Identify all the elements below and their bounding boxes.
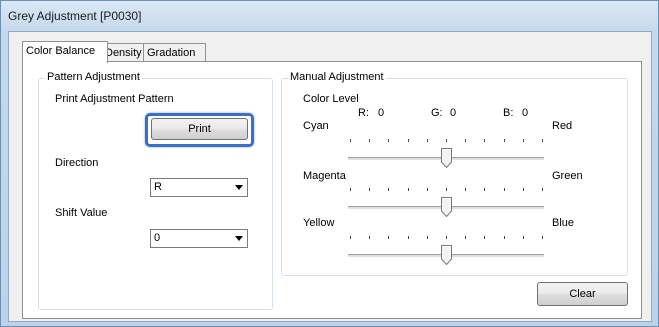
slider-tick [484,236,485,239]
slider-tick [504,236,505,239]
slider-tick [408,188,409,191]
magenta-label: Magenta [303,170,346,182]
slider-tick [465,236,466,239]
slider-tick [350,188,351,191]
slider-tick [369,236,370,239]
slider-tick [388,188,389,191]
slider-tick [465,139,466,142]
tab-color-balance[interactable]: Color Balance [22,41,108,63]
slider-tick [484,188,485,191]
cyan-red-slider[interactable] [348,139,546,169]
slider-thumb[interactable] [441,197,452,217]
slider-tick [542,236,543,239]
slider-tick [523,188,524,191]
chevron-down-icon[interactable] [231,230,247,247]
direction-label: Direction [55,157,99,169]
shift-value-select[interactable]: 0 [150,229,248,248]
window-title: Grey Adjustment [P0030] [8,9,142,23]
r-level-label: R: [358,107,369,119]
manual-adjustment-group: Manual Adjustment Color Level R: 0 G: 0 … [281,71,628,276]
yellow-label: Yellow [303,217,335,229]
slider-tick [427,236,428,239]
b-level-label: B: [503,107,514,119]
yellow-blue-slider[interactable] [348,236,546,266]
slider-tick [369,188,370,191]
slider-tick [542,188,543,191]
slider-tick [484,139,485,142]
main-window: Grey Adjustment [P0030] Color Balance De… [0,0,659,327]
magenta-green-slider[interactable] [348,188,546,218]
slider-tick [446,236,447,239]
chevron-down-icon[interactable] [231,179,247,196]
pattern-adjustment-group: Pattern Adjustment Print Adjustment Patt… [38,71,273,310]
color-level-label: Color Level [303,93,359,105]
slider-thumb[interactable] [441,148,452,168]
tab-gradation[interactable]: Gradation [143,43,206,63]
slider-tick [427,188,428,191]
client-area: Color Balance Density Gradation Pattern … [8,31,652,322]
slider-tick [388,236,389,239]
g-level-label: G: [431,107,443,119]
slider-tick [350,139,351,142]
slider-tick [465,188,466,191]
cyan-label: Cyan [303,120,329,132]
shift-value-value: 0 [154,232,161,244]
slider-tick [523,236,524,239]
slider-thumb[interactable] [441,245,452,265]
slider-tick [408,236,409,239]
slider-tick [504,188,505,191]
clear-button[interactable]: Clear [537,282,628,306]
slider-tick [504,139,505,142]
title-bar[interactable]: Grey Adjustment [P0030] [1,1,658,31]
print-pattern-label: Print Adjustment Pattern [55,93,174,105]
print-button[interactable]: Print [151,118,248,140]
shift-value-label: Shift Value [55,207,108,219]
slider-tick [523,139,524,142]
tab-panel-color-balance: Pattern Adjustment Print Adjustment Patt… [22,61,642,319]
blue-label: Blue [552,217,575,229]
r-level-value: 0 [378,107,385,119]
slider-tick [446,188,447,191]
slider-tick [542,139,543,142]
slider-tick [427,139,428,142]
green-label: Green [552,170,583,182]
g-level-value: 0 [450,107,457,119]
pattern-adjustment-title: Pattern Adjustment [45,71,142,83]
slider-tick [388,139,389,142]
manual-adjustment-title: Manual Adjustment [288,71,386,83]
red-label: Red [552,120,573,132]
direction-value: R [154,181,162,193]
direction-select[interactable]: R [150,178,248,197]
slider-tick [369,139,370,142]
slider-tick [350,236,351,239]
slider-tick [446,139,447,142]
slider-tick [408,139,409,142]
b-level-value: 0 [522,107,529,119]
